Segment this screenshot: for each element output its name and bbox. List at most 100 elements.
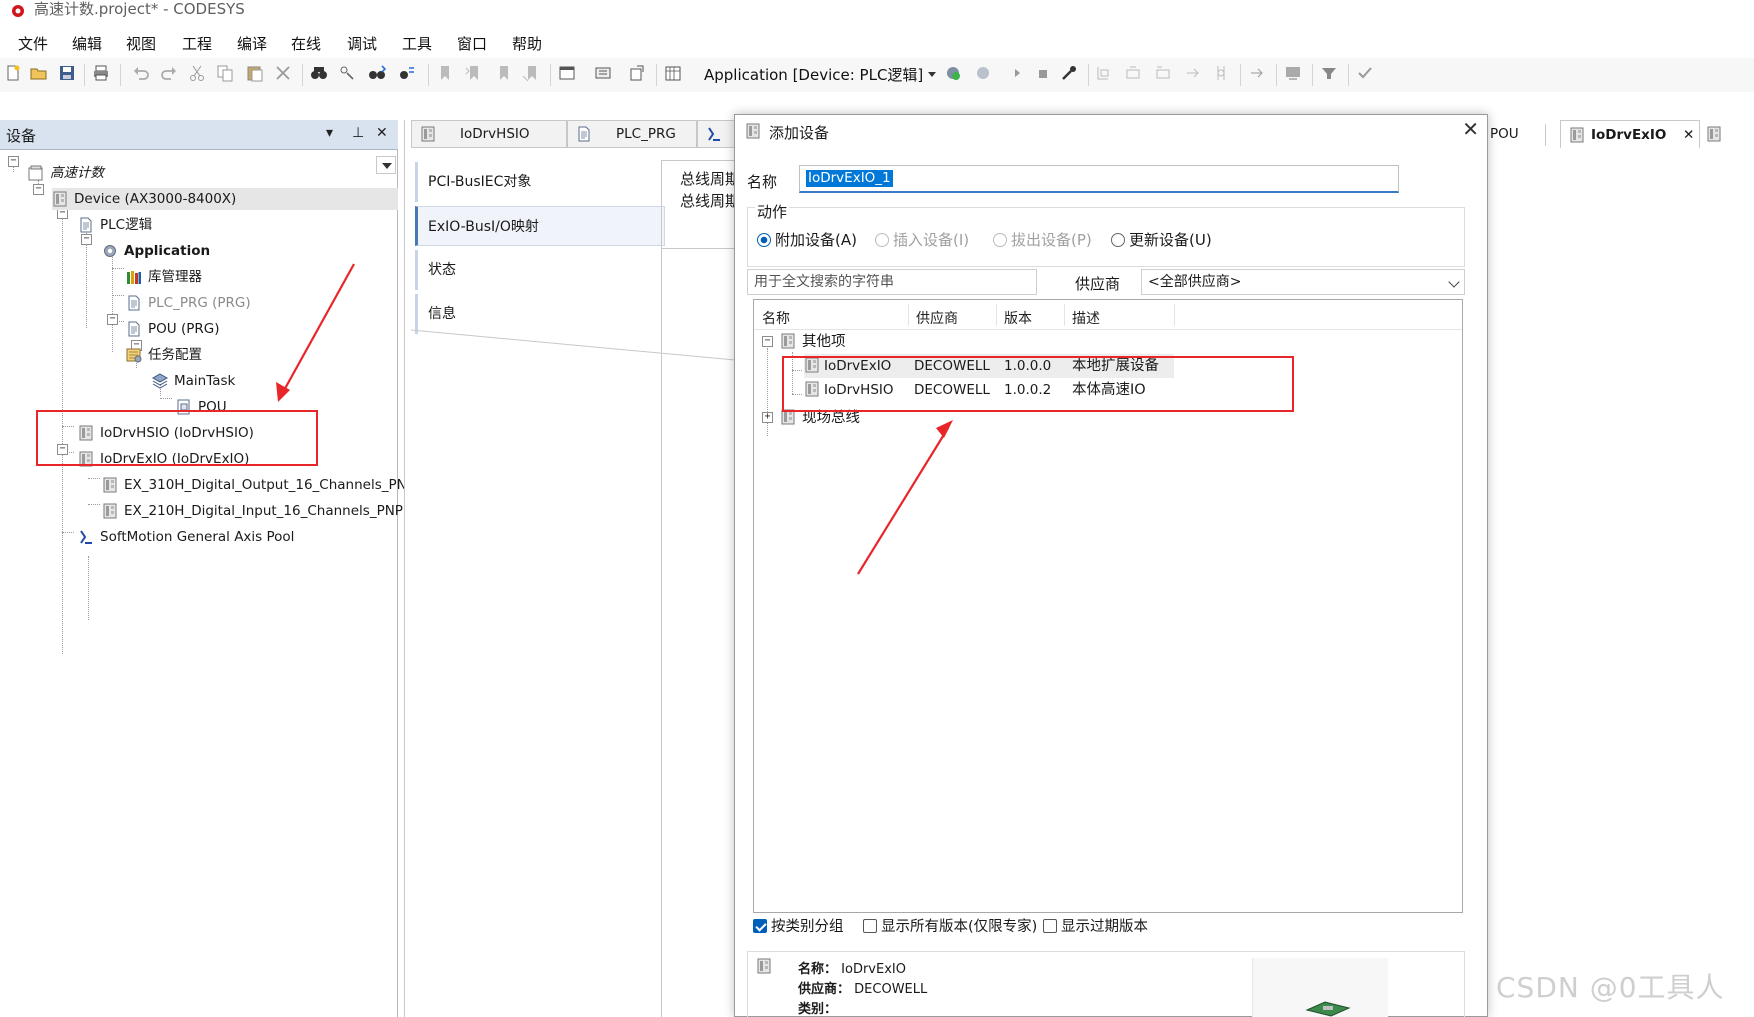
radio-plug-device[interactable]: 拔出设备(P) — [993, 229, 1092, 250]
bookmark-prev-icon[interactable] — [464, 64, 482, 82]
checkbox-group-by-category[interactable]: 按类别分组 — [753, 915, 844, 936]
tree-item-device[interactable]: Device (AX3000-8400X) — [52, 188, 398, 210]
step-into-icon[interactable] — [1154, 64, 1172, 82]
tab-more-right[interactable] — [1700, 120, 1754, 148]
delete-icon[interactable] — [274, 64, 292, 82]
radio-icon — [1111, 233, 1125, 247]
find-next-icon[interactable] — [368, 64, 386, 82]
side-item-pci-bus-iec[interactable]: PCI-BusIEC对象 — [415, 162, 665, 202]
tab-plc-prg[interactable]: PLC_PRG — [567, 120, 697, 148]
step-out-icon[interactable] — [1184, 64, 1202, 82]
print-icon[interactable] — [92, 64, 110, 82]
panel-menu-arrow-icon[interactable]: ▾ — [326, 125, 333, 141]
collapse-application-toggle[interactable]: − — [81, 234, 92, 245]
active-application[interactable]: Application [Device: PLC逻辑] — [704, 64, 923, 85]
full-text-search-input[interactable]: 用于全文搜索的字符串 — [747, 269, 1037, 295]
device-name-value: IoDrvExIO_1 — [806, 170, 893, 187]
find-replace-icon[interactable] — [338, 64, 356, 82]
stop-icon[interactable] — [1034, 64, 1052, 82]
calendar-icon[interactable] — [664, 64, 682, 82]
tree-scroll-dropdown[interactable] — [376, 156, 396, 174]
menu-debug[interactable]: 调试 — [347, 33, 377, 54]
menu-project[interactable]: 工程 — [182, 33, 212, 54]
application-dropdown-arrow[interactable] — [928, 72, 936, 77]
window-icon[interactable] — [558, 64, 576, 82]
flow-control-icon[interactable] — [1212, 64, 1230, 82]
device-add-icon[interactable] — [594, 64, 612, 82]
col-version[interactable]: 版本 — [1004, 308, 1032, 328]
pin-icon[interactable]: ⊥ — [352, 125, 364, 141]
bus-cycle-line-2: 总线周期 — [680, 192, 741, 210]
menu-help[interactable]: 帮助 — [512, 33, 542, 54]
col-vendor[interactable]: 供应商 — [916, 308, 958, 328]
menu-build[interactable]: 编译 — [237, 33, 267, 54]
redo-icon[interactable] — [160, 64, 178, 82]
breakpoint-icon[interactable] — [1094, 64, 1112, 82]
checkbox-icon — [1043, 919, 1057, 933]
export-icon[interactable] — [628, 64, 646, 82]
device-icon — [1569, 127, 1585, 143]
tab-close-icon[interactable]: ✕ — [1683, 121, 1694, 149]
undo-icon[interactable] — [132, 64, 150, 82]
logout-icon[interactable] — [974, 64, 992, 82]
bookmark-next-icon[interactable] — [494, 64, 512, 82]
save-icon[interactable] — [58, 64, 76, 82]
tab-pou-right[interactable]: POU — [1490, 120, 1519, 148]
find-previous-icon[interactable] — [398, 64, 416, 82]
find-icon[interactable] — [310, 64, 328, 82]
bookmark-clear-icon[interactable] — [522, 64, 540, 82]
menu-online[interactable]: 在线 — [291, 33, 321, 54]
col-name[interactable]: 名称 — [762, 308, 790, 328]
run-icon[interactable] — [1008, 64, 1026, 82]
checkbox-show-all-versions[interactable]: 显示所有版本(仅限专家) — [863, 915, 1037, 936]
side-item-status[interactable]: 状态 — [415, 250, 665, 290]
expand-fieldbus-group-toggle[interactable]: + — [762, 412, 773, 423]
device-icon — [52, 191, 68, 207]
menu-bar: 文件 编辑 视图 工程 编译 在线 调试 工具 窗口 帮助 — [0, 28, 1754, 58]
device-name-input[interactable]: IoDrvExIO_1 — [799, 165, 1399, 193]
dialog-close-icon[interactable]: ✕ — [1462, 117, 1479, 141]
library-icon — [126, 269, 142, 285]
checkbox-show-outdated[interactable]: 显示过期版本 — [1043, 915, 1148, 936]
tab-iodrvhsio[interactable]: IoDrvHSIO — [411, 120, 567, 148]
menu-view[interactable]: 视图 — [126, 33, 156, 54]
paste-icon[interactable] — [246, 64, 264, 82]
filter-icon[interactable] — [1320, 64, 1338, 82]
collapse-other-group-toggle[interactable]: − — [762, 336, 773, 347]
dialog-title: 添加设备 — [769, 124, 830, 142]
new-file-icon[interactable] — [4, 64, 22, 82]
bookmark-icon[interactable] — [436, 64, 454, 82]
menu-file[interactable]: 文件 — [18, 33, 48, 54]
vendor-select[interactable]: <全部供应商> — [1141, 269, 1465, 295]
menu-tools[interactable]: 工具 — [402, 33, 432, 54]
radio-update-device[interactable]: 更新设备(U) — [1111, 229, 1212, 250]
collapse-device-toggle[interactable]: − — [33, 184, 44, 195]
open-folder-icon[interactable] — [30, 64, 48, 82]
device-icon — [780, 333, 796, 349]
radio-append-device[interactable]: 附加设备(A) — [757, 229, 857, 250]
menu-window[interactable]: 窗口 — [457, 33, 487, 54]
reset-icon[interactable] — [1060, 64, 1078, 82]
menu-edit[interactable]: 编辑 — [72, 33, 102, 54]
check-icon[interactable] — [1356, 64, 1374, 82]
side-item-exio-io-mapping[interactable]: ExIO-BusI/O映射 — [415, 206, 665, 246]
device-icon — [102, 503, 118, 519]
name-label: 名称 — [747, 173, 778, 191]
info-vendor: 供应商： DECOWELL — [798, 982, 928, 997]
monitor-icon[interactable] — [1284, 64, 1302, 82]
login-icon[interactable] — [944, 64, 962, 82]
tab-axis-pool[interactable] — [697, 120, 737, 148]
copy-icon[interactable] — [216, 64, 234, 82]
collapse-project-toggle[interactable]: − — [8, 156, 19, 167]
cut-icon[interactable] — [188, 64, 206, 82]
device-icon — [745, 123, 761, 139]
col-description[interactable]: 描述 — [1072, 308, 1100, 328]
tab-iodrvexio-right[interactable]: IoDrvExIO ✕ — [1560, 120, 1700, 148]
collapse-taskconfig-toggle[interactable]: − — [107, 314, 118, 325]
step-over-icon[interactable] — [1124, 64, 1142, 82]
write-values-icon[interactable] — [1248, 64, 1266, 82]
device-info-box: 名称： IoDrvExIO 供应商： DECOWELL 类别： — [747, 951, 1465, 1017]
panel-close-icon[interactable]: ✕ — [376, 125, 388, 141]
chevron-down-icon — [1448, 276, 1460, 288]
radio-insert-device[interactable]: 插入设备(I) — [875, 229, 969, 250]
